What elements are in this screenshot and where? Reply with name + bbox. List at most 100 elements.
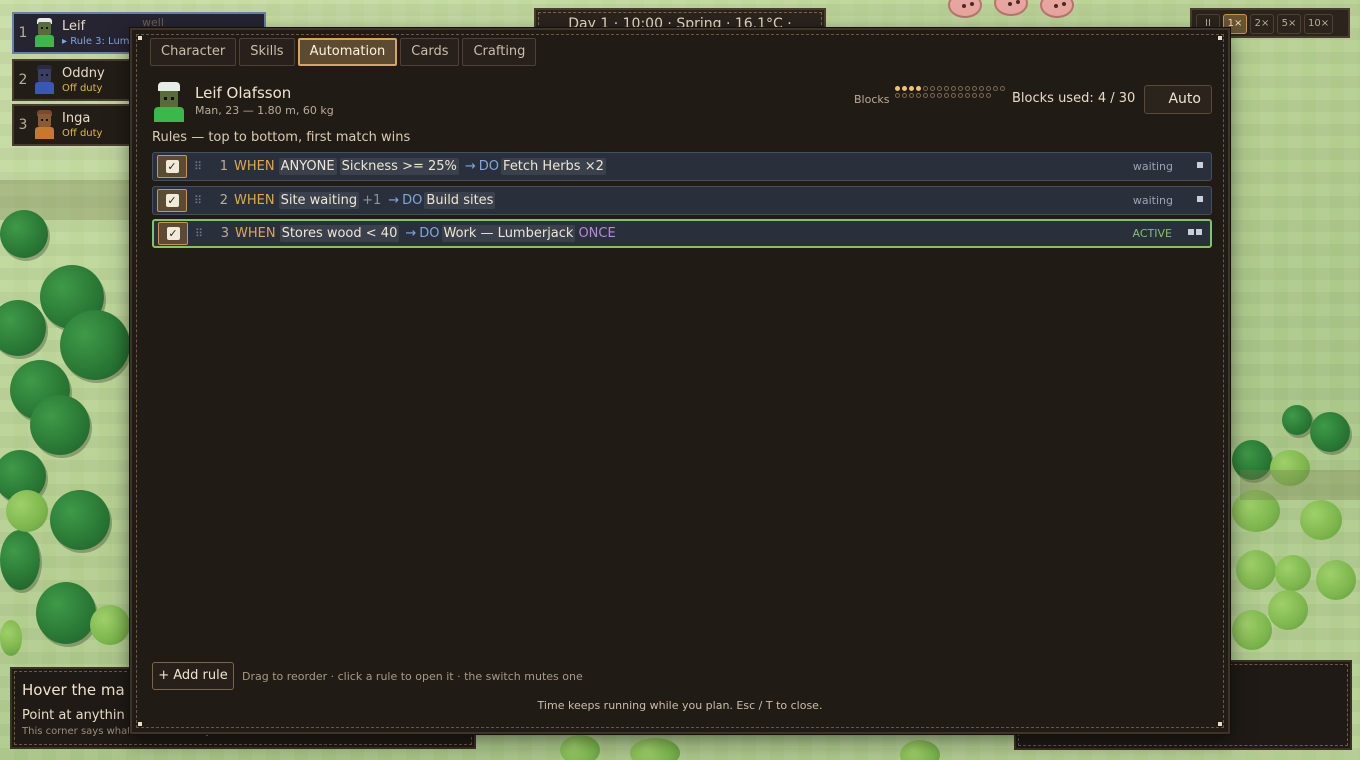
blocks-used-counter: Blocks used: 4 / 30 (1012, 91, 1136, 106)
block-pip-empty (930, 93, 935, 98)
drag-handle-icon[interactable]: ⠿ (194, 194, 206, 207)
block-pip-empty (979, 93, 984, 98)
speed-10x-button[interactable]: 10× (1304, 14, 1334, 34)
block-pip-used (902, 86, 907, 91)
do-keyword: DO (419, 226, 440, 241)
block-pip-used (909, 86, 914, 91)
speed-2x-button[interactable]: 2× (1250, 14, 1274, 34)
bush[interactable] (1232, 610, 1272, 650)
pig[interactable] (994, 0, 1028, 16)
rule-state: ACTIVE (1132, 227, 1172, 240)
block-pip-empty (895, 93, 900, 98)
do-keyword: DO (478, 159, 500, 174)
colonist-number: 2 (18, 72, 28, 88)
colonist-number: 3 (18, 117, 28, 133)
auto-toggle-button[interactable]: Auto (1144, 85, 1212, 114)
bush[interactable] (0, 620, 22, 656)
rule-state: waiting (1132, 194, 1173, 207)
bush[interactable] (1268, 590, 1308, 630)
rule-number: 1 (219, 159, 228, 174)
tab-automation[interactable]: Automation (297, 38, 398, 66)
checkmark-icon: ✓ (165, 160, 179, 173)
block-pip-empty (986, 86, 991, 91)
bush[interactable] (1316, 560, 1356, 600)
character-name: Leif Olafsson (195, 84, 292, 102)
block-pip-empty (902, 93, 907, 98)
tree[interactable] (50, 490, 110, 550)
modal-tabs: Character Skills Automation Cards Crafti… (150, 38, 537, 66)
block-pip-empty (944, 93, 949, 98)
block-pip-empty (965, 86, 970, 91)
rule-row[interactable]: ✓ ⠿ 1 WHEN ANYONE Sickness >= 25% → DO F… (152, 152, 1212, 181)
corner-ornament (1218, 36, 1222, 40)
arrow-icon: → (464, 159, 476, 174)
rule-row[interactable]: ✓ ⠿ 2 WHEN Site waiting +1 → DO Build si… (152, 186, 1212, 215)
bush[interactable] (1275, 555, 1311, 591)
dirt-path (1240, 470, 1360, 500)
condition-subject[interactable]: ANYONE (278, 158, 337, 175)
rules-heading: Rules — top to bottom, first match wins (152, 130, 411, 145)
block-pip-empty (930, 86, 935, 91)
block-pip-empty (923, 86, 928, 91)
tree[interactable] (0, 530, 40, 590)
add-rule-button[interactable]: + Add rule (152, 662, 234, 690)
tab-crafting[interactable]: Crafting (462, 38, 537, 66)
when-keyword: WHEN (234, 159, 275, 174)
rule-enable-switch[interactable]: ✓ (157, 155, 187, 178)
block-pip-empty (958, 86, 963, 91)
colonist-number: 1 (18, 25, 28, 41)
tree[interactable] (1310, 412, 1350, 452)
tab-cards[interactable]: Cards (400, 38, 460, 66)
tree[interactable] (0, 300, 46, 356)
condition-chip[interactable]: Sickness >= 25% (339, 158, 459, 175)
bush[interactable] (630, 738, 680, 760)
bush[interactable] (1236, 550, 1276, 590)
block-pip-empty (993, 86, 998, 91)
stop-icon (1197, 196, 1203, 202)
colonist-status: Off duty (62, 128, 103, 139)
tree[interactable] (30, 395, 90, 455)
tab-skills[interactable]: Skills (239, 38, 295, 66)
action-chip[interactable]: Fetch Herbs ×2 (501, 158, 606, 175)
action-chip[interactable]: Build sites (424, 192, 496, 209)
block-pip-empty (979, 86, 984, 91)
bush[interactable] (90, 605, 130, 645)
rule-enable-switch[interactable]: ✓ (157, 189, 187, 212)
action-chip[interactable]: Work — Lumberjack (441, 225, 576, 242)
bush[interactable] (900, 740, 940, 760)
drag-handle-icon[interactable]: ⠿ (195, 227, 207, 240)
colonist-avatar (32, 65, 56, 95)
block-pip-empty (937, 86, 942, 91)
tree[interactable] (36, 582, 96, 644)
character-modal: Character Skills Automation Cards Crafti… (130, 28, 1230, 734)
pig[interactable] (948, 0, 982, 18)
footer-note: Time keeps running while you plan. Esc /… (537, 699, 823, 712)
profile-avatar (152, 82, 186, 122)
do-keyword: DO (402, 193, 423, 208)
corner-ornament (138, 36, 142, 40)
speed-5x-button[interactable]: 5× (1277, 14, 1301, 34)
tree[interactable] (1282, 405, 1312, 435)
block-pip-empty (951, 93, 956, 98)
block-pip-empty (972, 86, 977, 91)
rule-number: 2 (219, 193, 228, 208)
bush[interactable] (560, 735, 600, 760)
rule-enable-switch[interactable]: ✓ (158, 222, 188, 245)
block-pip-used (916, 86, 921, 91)
drag-handle-icon[interactable]: ⠿ (194, 160, 206, 173)
condition-chip[interactable]: Site waiting (278, 192, 360, 209)
tree[interactable] (60, 310, 130, 380)
tree[interactable] (0, 210, 48, 258)
arrow-icon: → (388, 193, 400, 208)
help-text: Drag to reorder · click a rule to open i… (242, 670, 583, 683)
pig[interactable] (1040, 0, 1074, 18)
block-pip-empty (923, 93, 928, 98)
block-pip-empty (937, 93, 942, 98)
bush[interactable] (1300, 500, 1342, 540)
condition-chip[interactable]: Stores wood < 40 (279, 225, 400, 242)
bush[interactable] (6, 490, 48, 532)
rule-row-active[interactable]: ✓ ⠿ 3 WHEN Stores wood < 40 → DO Work — … (152, 219, 1212, 248)
tab-character[interactable]: Character (150, 38, 237, 66)
colonist-avatar (32, 110, 56, 140)
extra-conditions-count: +1 (362, 193, 382, 208)
